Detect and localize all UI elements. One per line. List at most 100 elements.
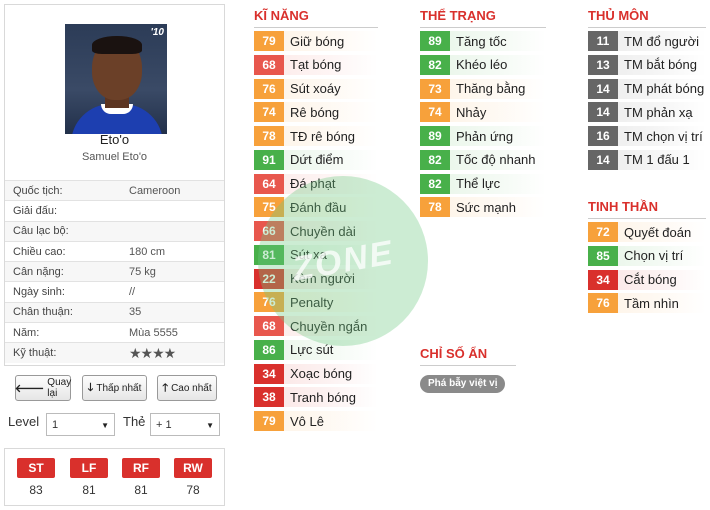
stat-name: Tranh bóng (290, 389, 357, 405)
stat-value: 78 (254, 126, 284, 146)
stat-name: TM bắt bóng (624, 57, 697, 73)
stat-value: 13 (588, 54, 618, 75)
stat-name: Sút xa (290, 247, 327, 263)
player-photo: '10 (65, 24, 167, 134)
card-grade-select[interactable]: + 1 ▼ (150, 413, 220, 436)
info-value: Mùa 5555 (129, 326, 178, 339)
stat-row: 75 Đánh đầu (254, 197, 378, 218)
stat-value: 73 (420, 78, 450, 99)
stat-value: 75 (254, 197, 284, 218)
stat-value: 74 (254, 102, 284, 123)
stat-name: Quyết đoán (624, 224, 692, 240)
stat-name: Tốc độ nhanh (456, 152, 536, 168)
info-row: Chân thuận: 35 (5, 302, 224, 323)
info-row: Cân nặng: 75 kg (5, 261, 224, 282)
stat-row: 89 Phản ứng (420, 126, 546, 146)
info-label: Năm: (13, 326, 40, 339)
stat-row: 68 Chuyền ngắn (254, 316, 378, 336)
card-label: Thẻ (123, 414, 146, 429)
stat-name: Giữ bóng (290, 33, 345, 49)
info-label: Ngày sinh: (13, 286, 65, 299)
stat-value: 38 (254, 387, 284, 408)
stat-name: Tạt bóng (290, 57, 342, 73)
info-value: Cameroon (129, 184, 181, 197)
stat-row: 73 Thăng bằng (420, 78, 546, 99)
stat-value: 14 (588, 78, 618, 99)
lowest-button[interactable]: 🡓 Thấp nhất (82, 375, 147, 401)
stat-name: Tầm nhìn (624, 295, 679, 311)
skill-stars: ★★★★ (129, 344, 176, 361)
caret-down-icon: ▼ (206, 421, 214, 430)
stat-value: 11 (588, 31, 618, 51)
stat-row: 78 TĐ rê bóng (254, 126, 378, 146)
player-card: '10 Eto'o Samuel Eto'o Quốc tịch: Cameroo… (4, 4, 225, 366)
position-rating: RF 81 (122, 458, 160, 497)
stat-value: 68 (254, 316, 284, 336)
stat-name: Tăng tốc (456, 33, 507, 49)
stat-value: 74 (420, 102, 450, 123)
stat-name: TĐ rê bóng (290, 128, 356, 144)
info-row: Năm: Mùa 5555 (5, 322, 224, 343)
stat-name: Khéo léo (456, 57, 508, 73)
stat-value: 86 (254, 339, 284, 360)
stat-value: 82 (420, 54, 450, 75)
stat-row: 79 Giữ bóng (254, 31, 378, 51)
stat-value: 34 (254, 363, 284, 384)
stat-row: 76 Sút xoáy (254, 78, 378, 99)
stat-value: 76 (254, 292, 284, 313)
info-row: Quốc tịch: Cameroon (5, 180, 224, 201)
stat-value: 78 (420, 197, 450, 218)
stat-value: 82 (420, 173, 450, 194)
hidden-stat-tag: Phá bẫy việt vị (420, 375, 506, 393)
arrow-down-icon: 🡓 (87, 381, 94, 394)
info-value: 180 cm (129, 245, 166, 258)
info-value: 35 (129, 306, 142, 319)
stat-name: Sức mạnh (456, 199, 517, 215)
info-label: Kỹ thuật: (13, 347, 57, 360)
stat-name: Vô Lê (290, 413, 324, 429)
info-label: Giải đấu: (13, 204, 58, 217)
stat-value: 64 (254, 173, 284, 194)
player-info-table: Quốc tịch: Cameroon Giải đấu: Câu lạc bộ: Ch… (5, 180, 224, 364)
stat-row: 74 Rê bóng (254, 102, 378, 123)
level-select[interactable]: 1 ▼ (46, 413, 115, 436)
stat-name: Đánh đầu (290, 199, 347, 215)
stat-row: 16 TM chọn vị trí (588, 126, 706, 146)
stat-row: 14 TM phản xạ (588, 102, 706, 123)
stat-value: 79 (254, 31, 284, 51)
stat-name: Dứt điểm (290, 152, 344, 168)
stat-value: 16 (588, 126, 618, 146)
info-row: Giải đấu: (5, 200, 224, 221)
info-label: Chân thuận: (13, 306, 73, 319)
stat-name: Thăng bằng (456, 81, 526, 96)
stat-value: 81 (254, 244, 284, 265)
section-title-skills: KĨ NĂNG (254, 8, 378, 28)
back-button[interactable]: 🡐 Quay lại (15, 375, 71, 401)
stat-row: 66 Chuyền dài (254, 221, 378, 241)
caret-down-icon: ▼ (101, 421, 109, 430)
highest-button[interactable]: 🡑 Cao nhất (157, 375, 217, 401)
stat-row: 76 Tầm nhìn (588, 293, 706, 314)
stat-row: 72 Quyết đoán (588, 222, 706, 242)
info-label: Câu lạc bộ: (13, 225, 69, 238)
stat-value: 14 (588, 149, 618, 170)
stat-value: 89 (420, 126, 450, 146)
stat-row: 68 Tạt bóng (254, 54, 378, 75)
stat-value: 89 (420, 31, 450, 51)
stat-row: 34 Xoạc bóng (254, 363, 378, 384)
stat-value: 91 (254, 149, 284, 170)
stat-row: 34 Cắt bóng (588, 269, 706, 290)
stat-value: 72 (588, 222, 618, 242)
stat-row: 81 Sút xa (254, 244, 378, 265)
stat-name: Thể lực (456, 176, 501, 191)
stat-row: 64 Đá phạt (254, 173, 378, 194)
stat-row: 86 Lực sút (254, 339, 378, 360)
card-season-badge: '10 (150, 27, 164, 38)
position-rating: RW 78 (174, 458, 212, 497)
stat-row: 82 Khéo léo (420, 54, 546, 75)
section-title-physical: THỂ TRẠNG (420, 8, 546, 28)
info-value (129, 201, 224, 221)
info-row: Ngày sinh: // (5, 281, 224, 302)
info-value (129, 221, 224, 241)
stat-name: Penalty (290, 294, 334, 310)
